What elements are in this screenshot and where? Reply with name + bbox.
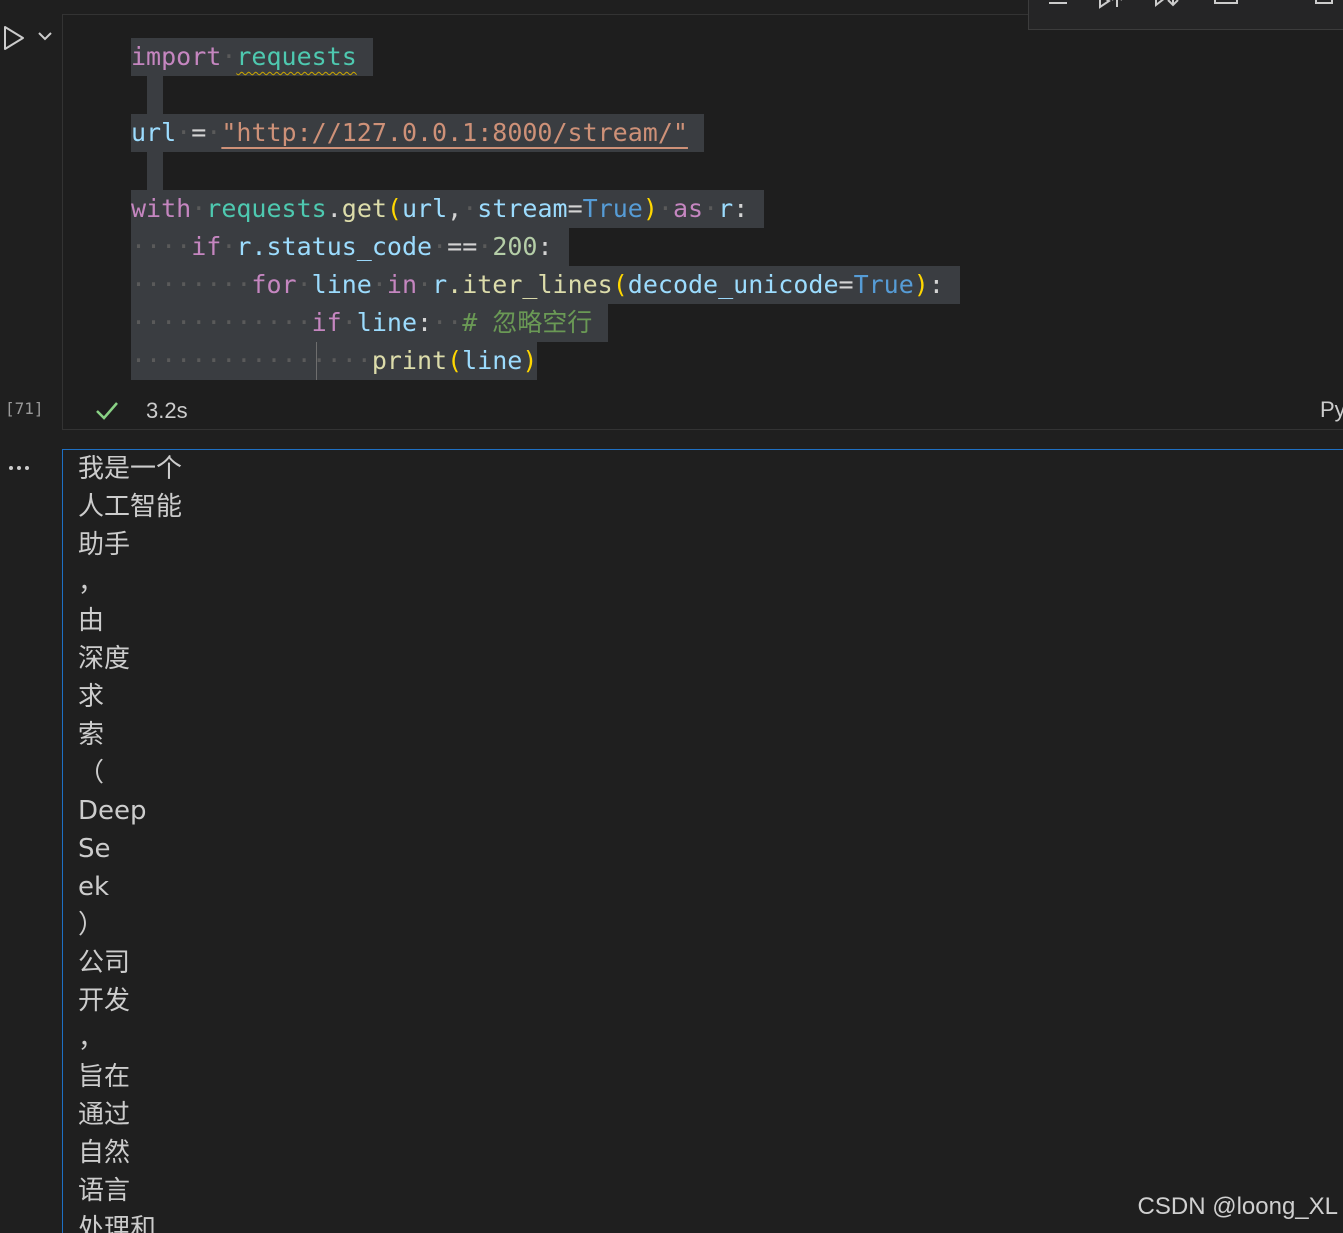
method-name: .iter_lines [447,270,613,299]
output-line: 语言 [78,1176,131,1206]
keyword: with [131,194,192,223]
output-line: ek [78,872,110,902]
alias: r [718,194,734,223]
operator: = [191,118,207,147]
output-line: 我是一个 [78,454,183,484]
output-text: 我是一个人工智能助手 ， 由深度求索 （ Deep Se ek ） 公司开发 ， 旨在通过自然语言处… [78,450,182,1233]
constant: True [853,270,914,299]
code-line-8: ············if·line:··# 忽略空行 [131,304,960,342]
more-actions-icon[interactable] [1259,0,1293,19]
output-line: 开发 [78,986,131,1016]
paren-open: ( [386,194,402,223]
cell-output [62,449,1343,1233]
module-name: requests [206,194,327,223]
check-icon [96,402,118,420]
dot: . [326,194,342,223]
execution-count: [71] [5,399,44,418]
keyword-in: in [386,270,418,299]
watermark: CSDN @loong_XL [1137,1193,1338,1220]
execute-below-icon[interactable] [1151,0,1185,19]
execute-above-icon[interactable] [1095,0,1129,19]
output-line: 由 [78,606,105,636]
output-line: 公司 [78,948,131,978]
run-cell-icon[interactable] [2,24,28,52]
output-line: Deep [78,796,147,826]
keyword-argument: decode_unicode [627,270,839,299]
argument: url [401,194,448,223]
paren-open: ( [612,270,628,299]
paren-close: ) [913,270,929,299]
execution-duration: 3.2s [146,398,188,423]
loop-variable: line [311,270,372,299]
paren-close: ) [522,346,538,375]
colon: : [417,308,433,337]
keyword: if [191,232,222,261]
code-line-7: ········for·line·in·r.iter_lines(decode_… [131,266,960,304]
variable: url [131,118,177,147]
object: r [432,270,448,299]
output-line: 自然 [78,1138,131,1168]
notebook-view: [71] import·requests url·=·"http://127.0… [0,0,1343,1233]
cell-status: 3.2s [94,397,188,425]
code-line-1: import·requests [131,38,960,76]
code-line-2 [131,76,960,114]
keyword: import [131,42,222,71]
code-line-6: ····if·r.status_code·==·200: [131,228,960,266]
split-cell-icon[interactable] [1209,0,1243,19]
operator: == [447,232,478,261]
output-line: 助手 [78,530,131,560]
code-editor[interactable]: import·requests url·=·"http://127.0.0.1:… [131,38,960,380]
colon: : [537,232,553,261]
object: r [236,232,252,261]
output-line: ， [78,568,105,598]
output-line: （ [78,758,105,788]
paren-open: ( [447,346,463,375]
delete-cell-icon[interactable] [1307,0,1341,19]
attribute: .status_code [251,232,433,261]
module-name: requests [236,42,357,71]
function-name: print [371,346,448,375]
number: 200 [492,232,538,261]
comma: , [447,194,463,223]
equals: = [838,270,854,299]
run-by-line-icon[interactable] [1039,0,1073,19]
code-line-4 [131,152,960,190]
string-literal: "http://127.0.0.1:8000/stream/" [221,118,688,147]
code-line-5: with·requests.get(url,·stream=True)·as·r… [131,190,960,228]
code-line-9: ················print(line) [131,342,960,380]
output-line: 深度 [78,644,131,674]
colon: : [928,270,944,299]
output-line: 索 [78,720,105,750]
colon: : [733,194,749,223]
paren-close: ) [642,194,658,223]
code-line-3: url·=·"http://127.0.0.1:8000/stream/" [131,114,960,152]
variable: line [356,308,418,337]
chevron-down-icon[interactable] [35,26,55,46]
argument: line [462,346,523,375]
output-line: 旨在 [78,1062,131,1092]
indent-guide [316,342,317,380]
constant: True [582,194,643,223]
output-line: 通过 [78,1100,131,1130]
output-line: 处理和 [78,1214,157,1233]
comment: # 忽略空行 [462,308,593,337]
equals: = [567,194,583,223]
keyword: if [311,308,342,337]
kernel-language[interactable]: Py [1320,397,1343,423]
output-line: 人工智能 [78,492,183,522]
output-line: 求 [78,682,105,712]
output-line: ） [78,910,105,940]
function-name: get [341,194,387,223]
output-line: ， [78,1024,105,1054]
output-line: Se [78,834,111,864]
keyword-as: as [672,194,704,223]
keyword-argument: stream [477,194,568,223]
keyword: for [251,270,297,299]
output-more-actions-icon[interactable] [4,452,34,476]
cell-toolbar [1028,0,1343,30]
